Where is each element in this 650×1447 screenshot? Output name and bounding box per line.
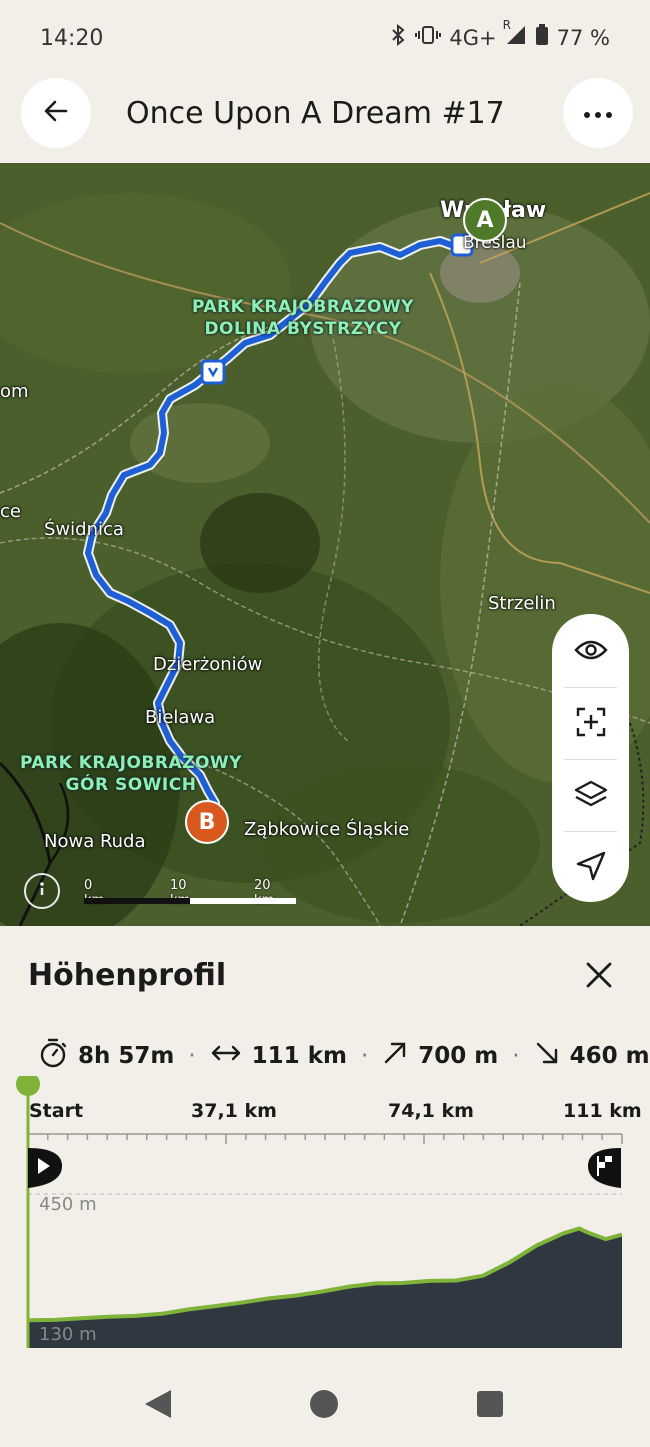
- arrow-up-right-icon: [382, 1040, 408, 1072]
- elev-max-label: 450 m: [39, 1194, 97, 1215]
- elevation-plot: [16, 1076, 623, 1348]
- bluetooth-icon: [389, 23, 407, 51]
- park-label-line: PARK KRAJOBRAZOWY: [20, 753, 242, 773]
- horizontal-arrows-icon: [210, 1043, 242, 1069]
- city-label-strzelin: Strzelin: [488, 593, 556, 614]
- ascent-value: 700 m: [418, 1043, 499, 1069]
- sheet-title: Höhenprofil: [28, 958, 227, 993]
- network-type: 4G+: [449, 25, 497, 50]
- map-info-button[interactable]: [24, 873, 60, 909]
- park-label-line: GÓR SOWICH: [65, 775, 197, 795]
- start-flag-icon: [28, 1148, 62, 1188]
- close-icon: [586, 962, 612, 992]
- vibrate-icon: [415, 24, 442, 51]
- city-label-swidnica: Świdnica: [44, 519, 124, 540]
- separator-dot: ·: [512, 1043, 520, 1069]
- city-label-partial-ce: ce: [0, 501, 21, 522]
- descent-stat: 460 m: [534, 1040, 650, 1072]
- descent-value: 460 m: [569, 1043, 650, 1069]
- km-axis-ticks: [27, 1134, 623, 1144]
- info-icon: [32, 879, 52, 903]
- separator-dot: ·: [188, 1043, 196, 1069]
- park-label-gor-sowich: PARK KRAJOBRAZOWY GÓR SOWICH: [20, 752, 242, 796]
- my-location-button[interactable]: [552, 832, 629, 904]
- map-controls-panel: [552, 614, 629, 902]
- nav-home-button[interactable]: [309, 1389, 339, 1423]
- status-icons: 4G+ R 77 %: [389, 18, 610, 51]
- more-options-button[interactable]: [563, 78, 633, 148]
- city-label-partial-om: om: [0, 381, 29, 402]
- elev-min-label: 130 m: [39, 1324, 97, 1345]
- park-label-line: DOLINA BYSTRZYCY: [204, 319, 402, 339]
- park-label-line: PARK KRAJOBRAZOWY: [192, 297, 414, 317]
- position-cursor-handle[interactable]: [16, 1076, 40, 1096]
- top-bar: Once Upon A Dream #17: [0, 78, 650, 163]
- map-layers-button[interactable]: [552, 760, 629, 832]
- city-label-nowa-ruda: Nowa Ruda: [44, 831, 146, 852]
- signal-icon: R: [503, 18, 527, 51]
- battery-percent: 77 %: [556, 25, 610, 50]
- scale-segment-light: [190, 898, 296, 904]
- nav-recents-button[interactable]: [477, 1391, 503, 1421]
- scale-segment-dark: [84, 898, 190, 904]
- status-time: 14:20: [40, 26, 104, 51]
- close-button[interactable]: [580, 958, 618, 996]
- park-label-dolina-bystrzycy: PARK KRAJOBRAZOWY DOLINA BYSTRZYCY: [192, 296, 414, 340]
- route-start-marker[interactable]: A: [463, 198, 507, 242]
- elevation-profile-chart[interactable]: Start 37,1 km 74,1 km 111 km 450 m 130 m: [0, 1076, 650, 1366]
- eye-icon: [573, 638, 608, 666]
- circle-home-icon: [309, 1390, 339, 1423]
- roaming-indicator: R: [502, 18, 511, 32]
- finish-flag-icon: [588, 1148, 621, 1188]
- separator-dot: ·: [360, 1043, 369, 1069]
- more-horizontal-icon: [583, 104, 613, 123]
- duration-value: 8h 57m: [78, 1043, 175, 1069]
- duration-stat: 8h 57m: [38, 1038, 174, 1074]
- city-label-bielawa: Bielawa: [145, 707, 216, 728]
- route-stats: 8h 57m · 111 km · 700 m · 460 m: [38, 1038, 650, 1074]
- route-map[interactable]: Wrocław Breslau Świdnica Strzelin Dzierż…: [0, 163, 650, 926]
- navigation-icon: [575, 850, 607, 886]
- square-recents-icon: [477, 1391, 503, 1421]
- layers-icon: [574, 779, 608, 813]
- arrow-left-icon: [42, 97, 70, 129]
- route-end-marker[interactable]: B: [185, 800, 229, 844]
- zoom-to-route-button[interactable]: [552, 688, 629, 760]
- ascent-stat: 700 m: [382, 1040, 498, 1072]
- distance-stat: 111 km: [210, 1043, 347, 1069]
- toggle-visibility-button[interactable]: [552, 616, 629, 688]
- page-title: Once Upon A Dream #17: [126, 96, 505, 131]
- status-bar: 14:20 4G+ R 77 %: [0, 0, 650, 78]
- city-label-dzierzoniow: Dzierżoniów: [153, 654, 263, 675]
- stopwatch-icon: [38, 1038, 68, 1074]
- nav-back-button[interactable]: [143, 1388, 173, 1424]
- back-button[interactable]: [21, 78, 91, 148]
- triangle-back-icon: [143, 1390, 173, 1424]
- distance-value: 111 km: [251, 1043, 347, 1069]
- zoom-fit-icon: [575, 706, 607, 742]
- system-nav-bar: [0, 1360, 650, 1447]
- battery-icon: [535, 24, 549, 51]
- city-label-zabkowice: Ząbkowice Śląskie: [244, 819, 410, 840]
- arrow-down-right-icon: [534, 1040, 560, 1072]
